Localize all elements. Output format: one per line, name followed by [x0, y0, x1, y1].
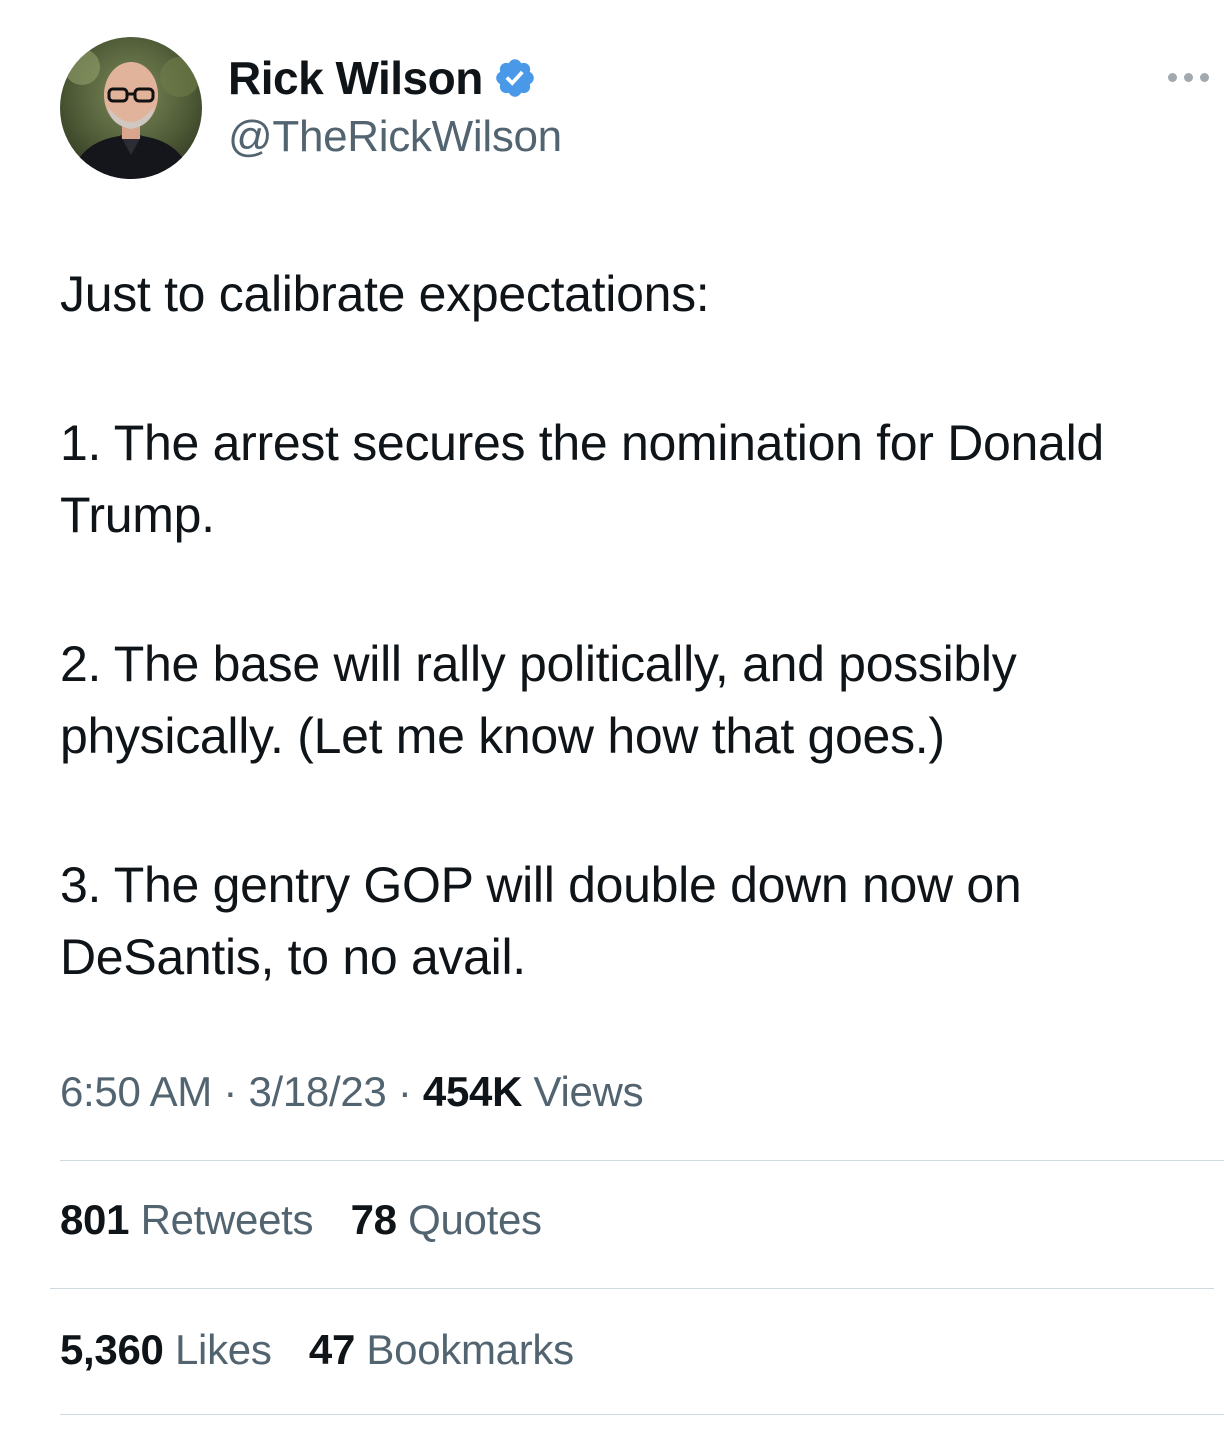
author-display-name[interactable]: Rick Wilson: [228, 51, 483, 105]
quotes-stat[interactable]: 78 Quotes: [351, 1196, 542, 1243]
tweet-date[interactable]: 3/18/23: [248, 1068, 386, 1115]
tweet-paragraph: 3. The gentry GOP will double down now o…: [60, 857, 1036, 985]
bookmarks-stat[interactable]: 47 Bookmarks: [309, 1326, 574, 1373]
tweet-time[interactable]: 6:50 AM: [60, 1068, 212, 1115]
meta-separator: ·: [397, 1068, 412, 1115]
tweet-meta: 6:50 AM · 3/18/23 · 454K Views: [60, 1068, 644, 1116]
views-label: Views: [533, 1068, 644, 1115]
tweet-paragraph: Just to calibrate expectations:: [60, 266, 710, 322]
divider: [60, 1414, 1224, 1415]
verified-badge-icon[interactable]: [493, 56, 537, 100]
divider: [50, 1288, 1214, 1289]
author-name-row[interactable]: Rick Wilson: [228, 50, 537, 106]
engagement-row-reposts: 801 Retweets 78 Quotes: [60, 1196, 568, 1244]
engagement-row-likes: 5,360 Likes 47 Bookmarks: [60, 1326, 600, 1374]
quotes-count: 78: [350, 1196, 397, 1243]
tweet-paragraph: 2. The base will rally politically, and …: [60, 636, 1031, 764]
bookmarks-label: Bookmarks: [366, 1326, 574, 1373]
likes-count: 5,360: [60, 1326, 164, 1373]
author-avatar[interactable]: [60, 37, 202, 179]
views-count: 454K: [422, 1068, 523, 1115]
retweets-label: Retweets: [140, 1196, 314, 1243]
more-dot: [1200, 72, 1209, 82]
tweet-paragraph: 1. The arrest secures the nomination for…: [60, 415, 1117, 543]
more-dot: [1184, 72, 1193, 82]
more-options-icon[interactable]: [1168, 62, 1224, 92]
meta-separator: ·: [223, 1068, 238, 1115]
retweets-count: 801: [60, 1196, 130, 1243]
likes-label: Likes: [174, 1326, 272, 1373]
avatar-photo: [60, 37, 202, 179]
retweets-stat[interactable]: 801 Retweets: [60, 1196, 325, 1243]
more-dot: [1168, 72, 1177, 82]
divider: [60, 1160, 1224, 1161]
quotes-label: Quotes: [408, 1196, 542, 1243]
bookmarks-count: 47: [308, 1326, 356, 1373]
likes-stat[interactable]: 5,360 Likes: [60, 1326, 283, 1373]
author-handle[interactable]: @TheRickWilson: [228, 112, 562, 162]
tweet-text: Just to calibrate expectations: 1. The a…: [60, 258, 1210, 993]
